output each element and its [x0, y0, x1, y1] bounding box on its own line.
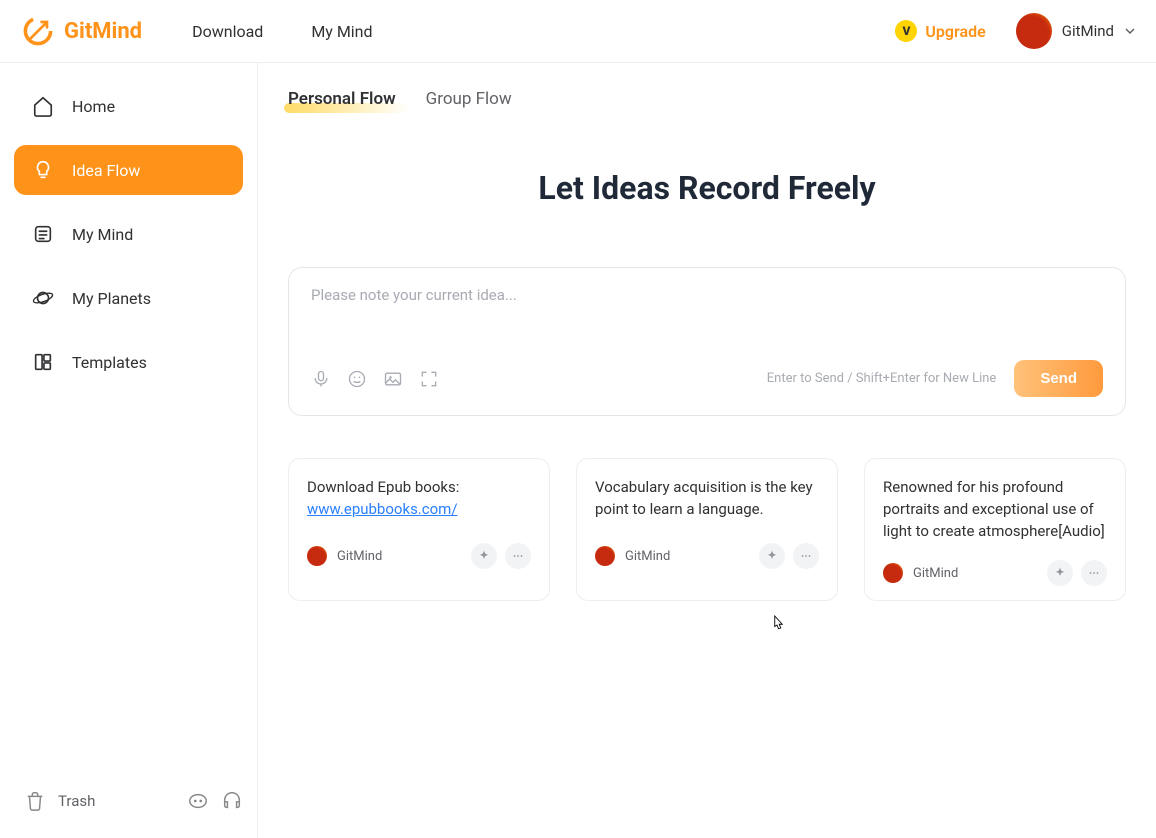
- card-sparkle-button[interactable]: [1047, 560, 1073, 586]
- brand-logo[interactable]: GitMind: [20, 13, 142, 49]
- card-more-button[interactable]: [505, 543, 531, 569]
- emoji-icon[interactable]: [347, 369, 367, 389]
- main-content: Personal Flow Group Flow Let Ideas Recor…: [258, 63, 1156, 838]
- card-avatar: [307, 546, 327, 566]
- upgrade-button[interactable]: V Upgrade: [895, 20, 985, 42]
- planet-icon: [32, 287, 54, 309]
- sidebar: Home Idea Flow My Mind My Planets Templa…: [0, 63, 258, 838]
- brand-mark-icon: [20, 13, 56, 49]
- card-text: Renowned for his profound portraits and …: [883, 477, 1107, 542]
- sidebar-item-my-mind[interactable]: My Mind: [14, 209, 243, 259]
- card-sparkle-button[interactable]: [759, 543, 785, 569]
- card-avatar: [883, 563, 903, 583]
- composer-hint: Enter to Send / Shift+Enter for New Line: [767, 371, 997, 386]
- idea-composer: Enter to Send / Shift+Enter for New Line…: [288, 267, 1126, 416]
- sidebar-item-label: Home: [72, 97, 115, 116]
- nav-my-mind[interactable]: My Mind: [311, 22, 372, 41]
- user-name: GitMind: [1062, 22, 1114, 40]
- nav-download[interactable]: Download: [192, 22, 263, 41]
- home-icon: [32, 95, 54, 117]
- brand-name: GitMind: [64, 19, 142, 44]
- sidebar-item-templates[interactable]: Templates: [14, 337, 243, 387]
- card-more-button[interactable]: [1081, 560, 1107, 586]
- upgrade-badge-icon: V: [895, 20, 917, 42]
- trash-icon: [24, 790, 46, 812]
- card-text: Download Epub books: www.epubbooks.com/: [307, 477, 531, 525]
- idea-card[interactable]: Download Epub books: www.epubbooks.com/ …: [288, 458, 550, 601]
- chevron-down-icon: [1124, 25, 1136, 37]
- user-menu[interactable]: GitMind: [1016, 13, 1136, 49]
- sidebar-item-home[interactable]: Home: [14, 81, 243, 131]
- card-more-button[interactable]: [793, 543, 819, 569]
- fullscreen-icon[interactable]: [419, 369, 439, 389]
- idea-card[interactable]: Vocabulary acquisition is the key point …: [576, 458, 838, 601]
- templates-icon: [32, 351, 54, 373]
- card-link[interactable]: www.epubbooks.com/: [307, 500, 458, 518]
- sidebar-item-label: Templates: [72, 353, 147, 372]
- image-icon[interactable]: [383, 369, 403, 389]
- avatar: [1016, 13, 1052, 49]
- discord-icon[interactable]: [187, 790, 209, 812]
- flow-tabs: Personal Flow Group Flow: [288, 89, 1126, 109]
- support-icon[interactable]: [221, 790, 243, 812]
- card-text: Vocabulary acquisition is the key point …: [595, 477, 819, 525]
- trash-label: Trash: [58, 792, 95, 810]
- card-user: GitMind: [625, 549, 670, 564]
- idea-card[interactable]: Renowned for his profound portraits and …: [864, 458, 1126, 601]
- idea-cards: Download Epub books: www.epubbooks.com/ …: [288, 458, 1126, 601]
- card-user: GitMind: [913, 566, 958, 581]
- sidebar-item-idea-flow[interactable]: Idea Flow: [14, 145, 243, 195]
- tab-group-flow[interactable]: Group Flow: [426, 89, 512, 109]
- idea-input[interactable]: [311, 286, 1103, 356]
- sidebar-item-label: My Planets: [72, 289, 151, 308]
- sidebar-trash[interactable]: Trash: [24, 790, 175, 812]
- card-avatar: [595, 546, 615, 566]
- mind-icon: [32, 223, 54, 245]
- idea-icon: [32, 159, 54, 181]
- sidebar-item-label: My Mind: [72, 225, 133, 244]
- card-user: GitMind: [337, 549, 382, 564]
- sidebar-item-my-planets[interactable]: My Planets: [14, 273, 243, 323]
- tab-personal-flow[interactable]: Personal Flow: [288, 89, 396, 109]
- upgrade-label: Upgrade: [925, 22, 985, 41]
- send-button[interactable]: Send: [1014, 360, 1103, 397]
- mic-icon[interactable]: [311, 369, 331, 389]
- hero-title: Let Ideas Record Freely: [288, 169, 1126, 207]
- card-sparkle-button[interactable]: [471, 543, 497, 569]
- app-header: GitMind Download My Mind V Upgrade GitMi…: [0, 0, 1156, 63]
- sidebar-item-label: Idea Flow: [72, 161, 140, 180]
